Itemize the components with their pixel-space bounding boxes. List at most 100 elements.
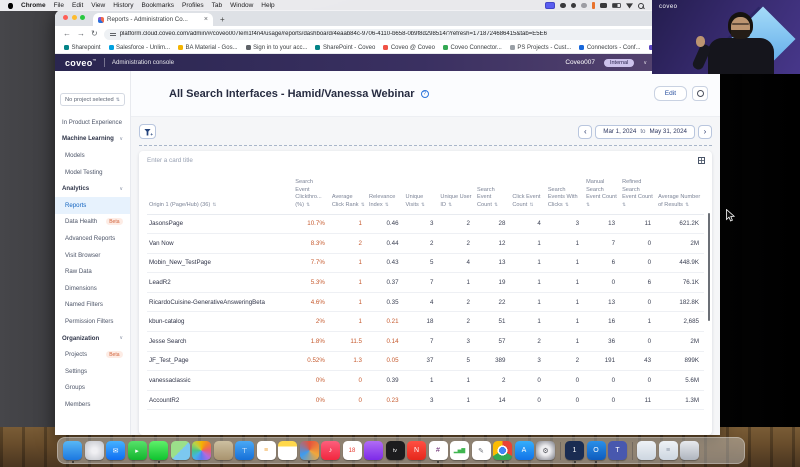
sidebar-item-permission-filters[interactable]: Permission Filters bbox=[55, 313, 130, 330]
table-view-icon[interactable] bbox=[698, 157, 705, 164]
column-header[interactable]: Relevance Index ⇅ bbox=[367, 170, 404, 214]
sidebar-item-analytics[interactable]: Analytics∨ bbox=[55, 180, 130, 197]
sort-icon[interactable]: ⇅ bbox=[305, 202, 310, 207]
table-row[interactable]: kbun-catalog2%10.2118251111612,685 bbox=[147, 312, 704, 332]
menu-view[interactable]: View bbox=[91, 2, 105, 9]
dock-icon-chrome[interactable] bbox=[493, 441, 512, 460]
add-filter-button[interactable]: + bbox=[139, 124, 156, 139]
edit-button[interactable]: Edit bbox=[654, 86, 687, 101]
dock-icon-outlook[interactable]: O bbox=[587, 441, 606, 460]
bookmark-item[interactable]: SharePoint - Coveo bbox=[315, 45, 375, 51]
menu-window[interactable]: Window bbox=[230, 2, 253, 9]
menu-file[interactable]: File bbox=[54, 2, 64, 9]
reload-icon[interactable]: ↻ bbox=[91, 30, 98, 38]
dashboard-options-button[interactable] bbox=[692, 86, 708, 101]
dock-icon-notes[interactable] bbox=[278, 441, 297, 460]
bookmark-item[interactable]: PS Projects - Cust... bbox=[510, 45, 572, 51]
table-row[interactable]: vanessaclassic0%00.3911200005.6M bbox=[147, 371, 704, 391]
sort-icon[interactable]: ⇅ bbox=[684, 202, 689, 207]
column-header[interactable]: Unique User ID ⇅ bbox=[438, 170, 475, 214]
sidebar-item-data-health[interactable]: Data HealthBeta bbox=[55, 214, 130, 231]
org-name[interactable]: Coveo007 bbox=[565, 59, 595, 66]
env-badge[interactable]: Internal bbox=[604, 59, 634, 67]
sidebar-item-in-product-experience[interactable]: In Product Experience bbox=[55, 114, 130, 131]
sidebar-item-settings[interactable]: Settings bbox=[55, 363, 130, 380]
screen-share-icon[interactable] bbox=[545, 2, 555, 9]
dock-icon-documents-folder[interactable]: ≡ bbox=[659, 441, 678, 460]
menu-history[interactable]: History bbox=[113, 2, 133, 9]
spotlight-icon[interactable] bbox=[638, 3, 644, 9]
dock-icon-teams[interactable]: T bbox=[608, 441, 627, 460]
dock-icon-textedit[interactable]: ✎ bbox=[472, 441, 491, 460]
sidebar-item-organization[interactable]: Organization∨ bbox=[55, 330, 130, 347]
dock-icon-music[interactable]: ♪ bbox=[321, 441, 340, 460]
table-row[interactable]: Mobin_New_TestPage7.7%10.4354131160448.9… bbox=[147, 253, 704, 273]
bookmark-item[interactable]: Coveo Connector... bbox=[443, 45, 502, 51]
sort-icon[interactable]: ⇅ bbox=[493, 202, 498, 207]
new-tab-button[interactable]: + bbox=[220, 15, 225, 24]
sidebar-item-named-filters[interactable]: Named Filters bbox=[55, 297, 130, 314]
sidebar-item-groups[interactable]: Groups bbox=[55, 380, 130, 397]
sort-icon[interactable]: ⇅ bbox=[360, 202, 365, 207]
dock-icon-trash[interactable] bbox=[680, 441, 699, 460]
sidebar-item-advanced-reports[interactable]: Advanced Reports bbox=[55, 230, 130, 247]
column-header[interactable]: Manual Search Event Count ⇅ bbox=[584, 170, 620, 214]
sort-icon[interactable]: ⇅ bbox=[211, 202, 216, 207]
dock-icon-news[interactable]: N bbox=[407, 441, 426, 460]
bookmark-item[interactable]: BA Material - Gos... bbox=[178, 45, 238, 51]
sort-icon[interactable]: ⇅ bbox=[528, 202, 533, 207]
dock-icon-apple-tv[interactable]: tv bbox=[386, 441, 405, 460]
sidebar-item-reports[interactable]: Reports bbox=[55, 197, 130, 214]
sort-icon[interactable]: ⇅ bbox=[564, 202, 569, 207]
project-select[interactable]: No project selected ⇅ bbox=[60, 93, 125, 106]
dock-icon-system-settings[interactable]: ⚙ bbox=[536, 441, 555, 460]
bookmark-item[interactable]: Sharepoint bbox=[64, 45, 101, 51]
minimize-window-button[interactable] bbox=[72, 15, 77, 20]
sort-icon[interactable]: ⇅ bbox=[384, 202, 389, 207]
sort-icon[interactable]: ⇅ bbox=[447, 202, 452, 207]
date-range-picker[interactable]: Mar 1, 2024 to May 31, 2024 bbox=[595, 125, 695, 139]
table-row[interactable]: RicardoCuisine-GenerativeAnsweringBeta4.… bbox=[147, 292, 704, 312]
bookmark-item[interactable]: Sign in to your acc... bbox=[246, 45, 308, 51]
column-header[interactable]: Unique Visits ⇅ bbox=[404, 170, 439, 214]
sidebar-item-members[interactable]: Members bbox=[55, 396, 130, 413]
column-header[interactable]: Search Events With Clicks ⇅ bbox=[546, 170, 584, 214]
column-header[interactable]: Refined Search Event Count ⇅ bbox=[620, 170, 656, 214]
prev-period-button[interactable]: ‹ bbox=[578, 125, 592, 139]
battery-icon[interactable] bbox=[612, 3, 621, 8]
dock-icon-launchpad[interactable] bbox=[85, 441, 104, 460]
dock-icon-maps[interactable] bbox=[171, 441, 190, 460]
back-icon[interactable]: ← bbox=[63, 30, 71, 38]
sort-icon[interactable]: ⇅ bbox=[420, 202, 425, 207]
column-header[interactable]: Average Click Rank ⇅ bbox=[330, 170, 367, 214]
coveo-logo[interactable]: coveo™ bbox=[65, 58, 97, 68]
status-icon-2[interactable] bbox=[571, 3, 577, 9]
column-header[interactable]: Click Event Count ⇅ bbox=[510, 170, 545, 214]
forward-icon[interactable]: → bbox=[77, 30, 85, 38]
tab-close-icon[interactable]: × bbox=[204, 16, 208, 23]
sidebar-item-raw-data[interactable]: Raw Data bbox=[55, 263, 130, 280]
sidebar-item-models[interactable]: Models bbox=[55, 147, 130, 164]
table-row[interactable]: Van Now8.3%20.44221211702M bbox=[147, 234, 704, 254]
dock-icon-facetime[interactable]: ▸ bbox=[128, 441, 147, 460]
menu-chrome[interactable]: Chrome bbox=[21, 2, 46, 9]
address-bar[interactable]: platform.cloud.coveo.com/admin/#/coveo00… bbox=[104, 29, 697, 40]
dock-icon-reminders[interactable]: ≡ bbox=[257, 441, 276, 460]
sort-icon[interactable]: ⇅ bbox=[622, 202, 626, 207]
dock-icon-finder[interactable] bbox=[63, 441, 82, 460]
org-chevron-down-icon[interactable]: ∨ bbox=[643, 60, 647, 66]
dock-icon-numbers[interactable]: ▂▅▇ bbox=[450, 441, 469, 460]
next-period-button[interactable]: › bbox=[698, 125, 712, 139]
menu-tab[interactable]: Tab bbox=[212, 2, 222, 9]
bookmark-item[interactable]: Salesforce - Unlim... bbox=[109, 45, 171, 51]
sidebar-item-machine-learning[interactable]: Machine Learning∨ bbox=[55, 131, 130, 148]
status-icon-1[interactable] bbox=[560, 3, 566, 9]
sort-icon[interactable]: ⇅ bbox=[586, 202, 590, 207]
sidebar-item-model-testing[interactable]: Model Testing bbox=[55, 164, 130, 181]
column-header[interactable]: Search Event Clickthro... (%) ⇅ bbox=[293, 170, 330, 214]
dock-icon-podcasts[interactable] bbox=[364, 441, 383, 460]
browser-tab[interactable]: Reports - Administration Co... × bbox=[93, 13, 213, 26]
table-row[interactable]: AccountR20%00.233114000111.3M bbox=[147, 390, 704, 410]
column-header[interactable]: Origin 1 (Page/Hub) (36) ⇅ bbox=[147, 170, 293, 214]
recording-icon[interactable] bbox=[592, 2, 596, 9]
